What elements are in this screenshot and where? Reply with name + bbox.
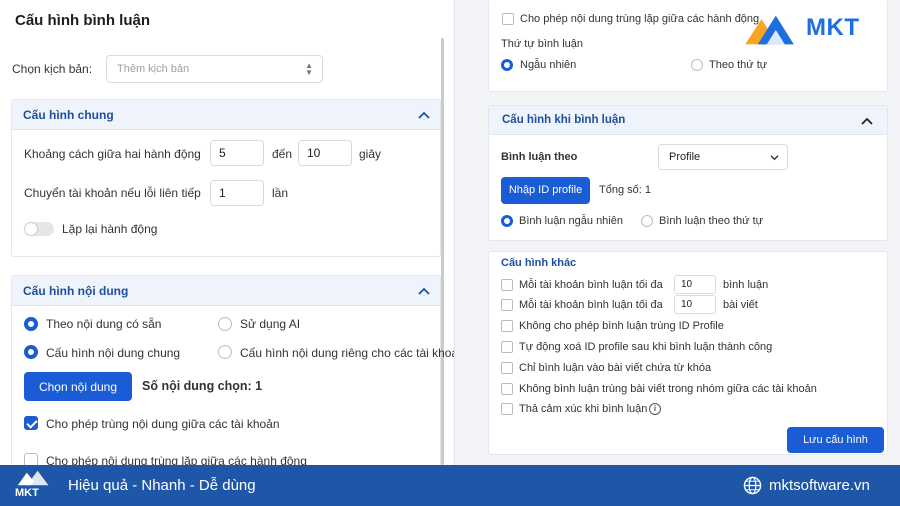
comment-when-section: Cấu hình khi bình luận Bình luận theo Pr… — [488, 105, 888, 241]
slogan: Hiệu quả - Nhanh - Dễ dùng — [68, 477, 256, 494]
checkbox-right-dup-actions[interactable] — [502, 13, 514, 25]
opt-private-label: Cấu hình nội dung riêng cho các tài khoả… — [240, 346, 455, 360]
comment-by-value: Profile — [669, 151, 701, 163]
checkbox-max-comment[interactable] — [501, 279, 513, 291]
no-dup-profile-label: Không cho phép bình luận trùng ID Profil… — [519, 320, 724, 332]
interval-unit: giây — [359, 147, 382, 161]
content-section: Cấu hình nội dung Theo nội dung có sẵn S… — [11, 275, 454, 465]
checkbox-auto-delete[interactable] — [501, 341, 513, 353]
total-count: Tổng số: 1 — [599, 184, 651, 196]
footer-bar: MKT Hiệu quả - Nhanh - Dễ dùng mktsoftwa… — [0, 465, 900, 506]
mkt-logo: MKT — [742, 10, 892, 50]
checkbox-only-keyword[interactable] — [501, 362, 513, 374]
checkbox-react[interactable] — [501, 403, 513, 415]
radio-existing[interactable] — [24, 317, 38, 331]
radio-order-sequence[interactable] — [691, 59, 703, 71]
general-header[interactable]: Cấu hình chung — [12, 100, 440, 130]
react-label: Thả cảm xúc khi bình luận — [519, 403, 648, 415]
opt-ai-label: Sử dụng AI — [240, 317, 301, 331]
allow-dup-accounts-label: Cho phép trùng nội dung giữa các tài kho… — [46, 417, 280, 431]
import-profile-button[interactable]: Nhập ID profile — [501, 177, 590, 204]
repeat-label: Lặp lại hành động — [62, 222, 158, 236]
comment-by-label: Bình luận theo — [501, 151, 578, 163]
mountain-logo-icon — [745, 15, 794, 45]
interval-label: Khoảng cách giữa hai hành động — [24, 147, 201, 161]
general-section: Cấu hình chung Khoảng cách giữa hai hành… — [11, 99, 441, 257]
switch-input[interactable]: 1 — [210, 180, 264, 206]
interval-to-input[interactable]: 10 — [298, 140, 352, 166]
checkbox-no-dup-group[interactable] — [501, 383, 513, 395]
chevron-up-icon[interactable] — [418, 110, 430, 120]
repeat-toggle[interactable] — [24, 222, 54, 236]
checkbox-allow-dup-accounts[interactable] — [24, 416, 38, 430]
radio-common[interactable] — [24, 345, 38, 359]
order-random-label: Ngẫu nhiên — [520, 59, 577, 71]
interval-to-label: đến — [272, 147, 293, 161]
switch-label: Chuyển tài khoản nếu lỗi liên tiếp — [24, 186, 201, 200]
only-keyword-label: Chỉ bình luận vào bài viết chứa từ khóa — [519, 362, 712, 374]
radio-private[interactable] — [218, 345, 232, 359]
other-section: Cấu hình khác Mỗi tài khoản bình luận tố… — [488, 251, 888, 455]
radio-ai[interactable] — [218, 317, 232, 331]
radio-comment-sequence[interactable] — [641, 215, 653, 227]
allow-dup-actions-label: Cho phép nội dung trùng lặp giữa các hàn… — [46, 454, 307, 465]
page-title: Cấu hình bình luận — [15, 12, 150, 29]
opt-existing-label: Theo nội dung có sẵn — [46, 317, 162, 331]
script-select[interactable]: Thêm kịch bản ▲ ▼ — [106, 55, 323, 83]
other-title: Cấu hình khác — [501, 257, 577, 269]
radio-comment-random[interactable] — [501, 215, 513, 227]
interval-from-input[interactable]: 5 — [210, 140, 264, 166]
order-label: Thứ tự bình luận — [501, 38, 583, 50]
choose-content-button[interactable]: Chọn nội dung — [24, 372, 132, 401]
max-post-label: Mỗi tài khoản bình luận tối đa — [519, 299, 663, 311]
script-placeholder: Thêm kịch bản — [117, 63, 190, 75]
max-comment-label: Mỗi tài khoản bình luận tối đa — [519, 279, 663, 291]
website-link[interactable]: mktsoftware.vn — [769, 477, 870, 494]
info-icon[interactable]: i — [649, 403, 661, 415]
right-dup-actions-label: Cho phép nội dung trùng lặp giữa các hàn… — [520, 13, 760, 25]
content-header[interactable]: Cấu hình nội dung — [12, 276, 440, 306]
comment-by-select[interactable]: Profile — [658, 144, 788, 170]
max-comment-unit: bình luận — [723, 279, 769, 291]
radio-order-random[interactable] — [501, 59, 513, 71]
content-count: Số nội dung chọn: 1 — [142, 379, 263, 393]
content-title: Cấu hình nội dung — [23, 284, 129, 298]
comment-sequence-label: Bình luận theo thứ tự — [659, 215, 764, 227]
opt-common-label: Cấu hình nội dung chung — [46, 346, 181, 360]
script-label: Chọn kịch bản: — [12, 62, 93, 76]
chevron-up-icon[interactable] — [861, 116, 873, 126]
right-panel: Cho phép nội dung trùng lặp giữa các hàn… — [456, 0, 900, 465]
footer-logo-icon — [17, 470, 49, 486]
checkbox-allow-dup-actions[interactable] — [24, 453, 38, 465]
comment-when-title: Cấu hình khi bình luận — [502, 114, 626, 126]
checkbox-no-dup-profile[interactable] — [501, 320, 513, 332]
comment-random-label: Bình luận ngẫu nhiên — [519, 215, 623, 227]
auto-delete-label: Tự động xoá ID profile sau khi bình luận… — [519, 341, 773, 353]
logo-text: MKT — [806, 14, 860, 41]
save-config-button[interactable]: Lưu cấu hình — [787, 427, 884, 453]
left-panel: Cấu hình bình luận Chọn kịch bản: Thêm k… — [0, 0, 455, 465]
chevron-up-icon[interactable] — [418, 286, 430, 296]
globe-icon — [743, 476, 762, 495]
updown-icon: ▲ ▼ — [305, 61, 313, 77]
general-title: Cấu hình chung — [23, 108, 114, 122]
scrollbar[interactable] — [441, 38, 444, 465]
chevron-down-icon — [770, 155, 779, 161]
footer-logo-text: MKT — [15, 487, 39, 499]
no-dup-group-label: Không bình luận trùng bài viết trong nhó… — [519, 383, 817, 395]
checkbox-max-post[interactable] — [501, 299, 513, 311]
comment-when-header[interactable]: Cấu hình khi bình luận — [489, 106, 887, 135]
switch-unit: lần — [272, 186, 289, 200]
order-sequence-label: Theo thứ tự — [709, 59, 768, 71]
max-comment-input[interactable]: 10 — [674, 275, 716, 294]
max-post-input[interactable]: 10 — [674, 295, 716, 314]
max-post-unit: bài viết — [723, 299, 758, 311]
